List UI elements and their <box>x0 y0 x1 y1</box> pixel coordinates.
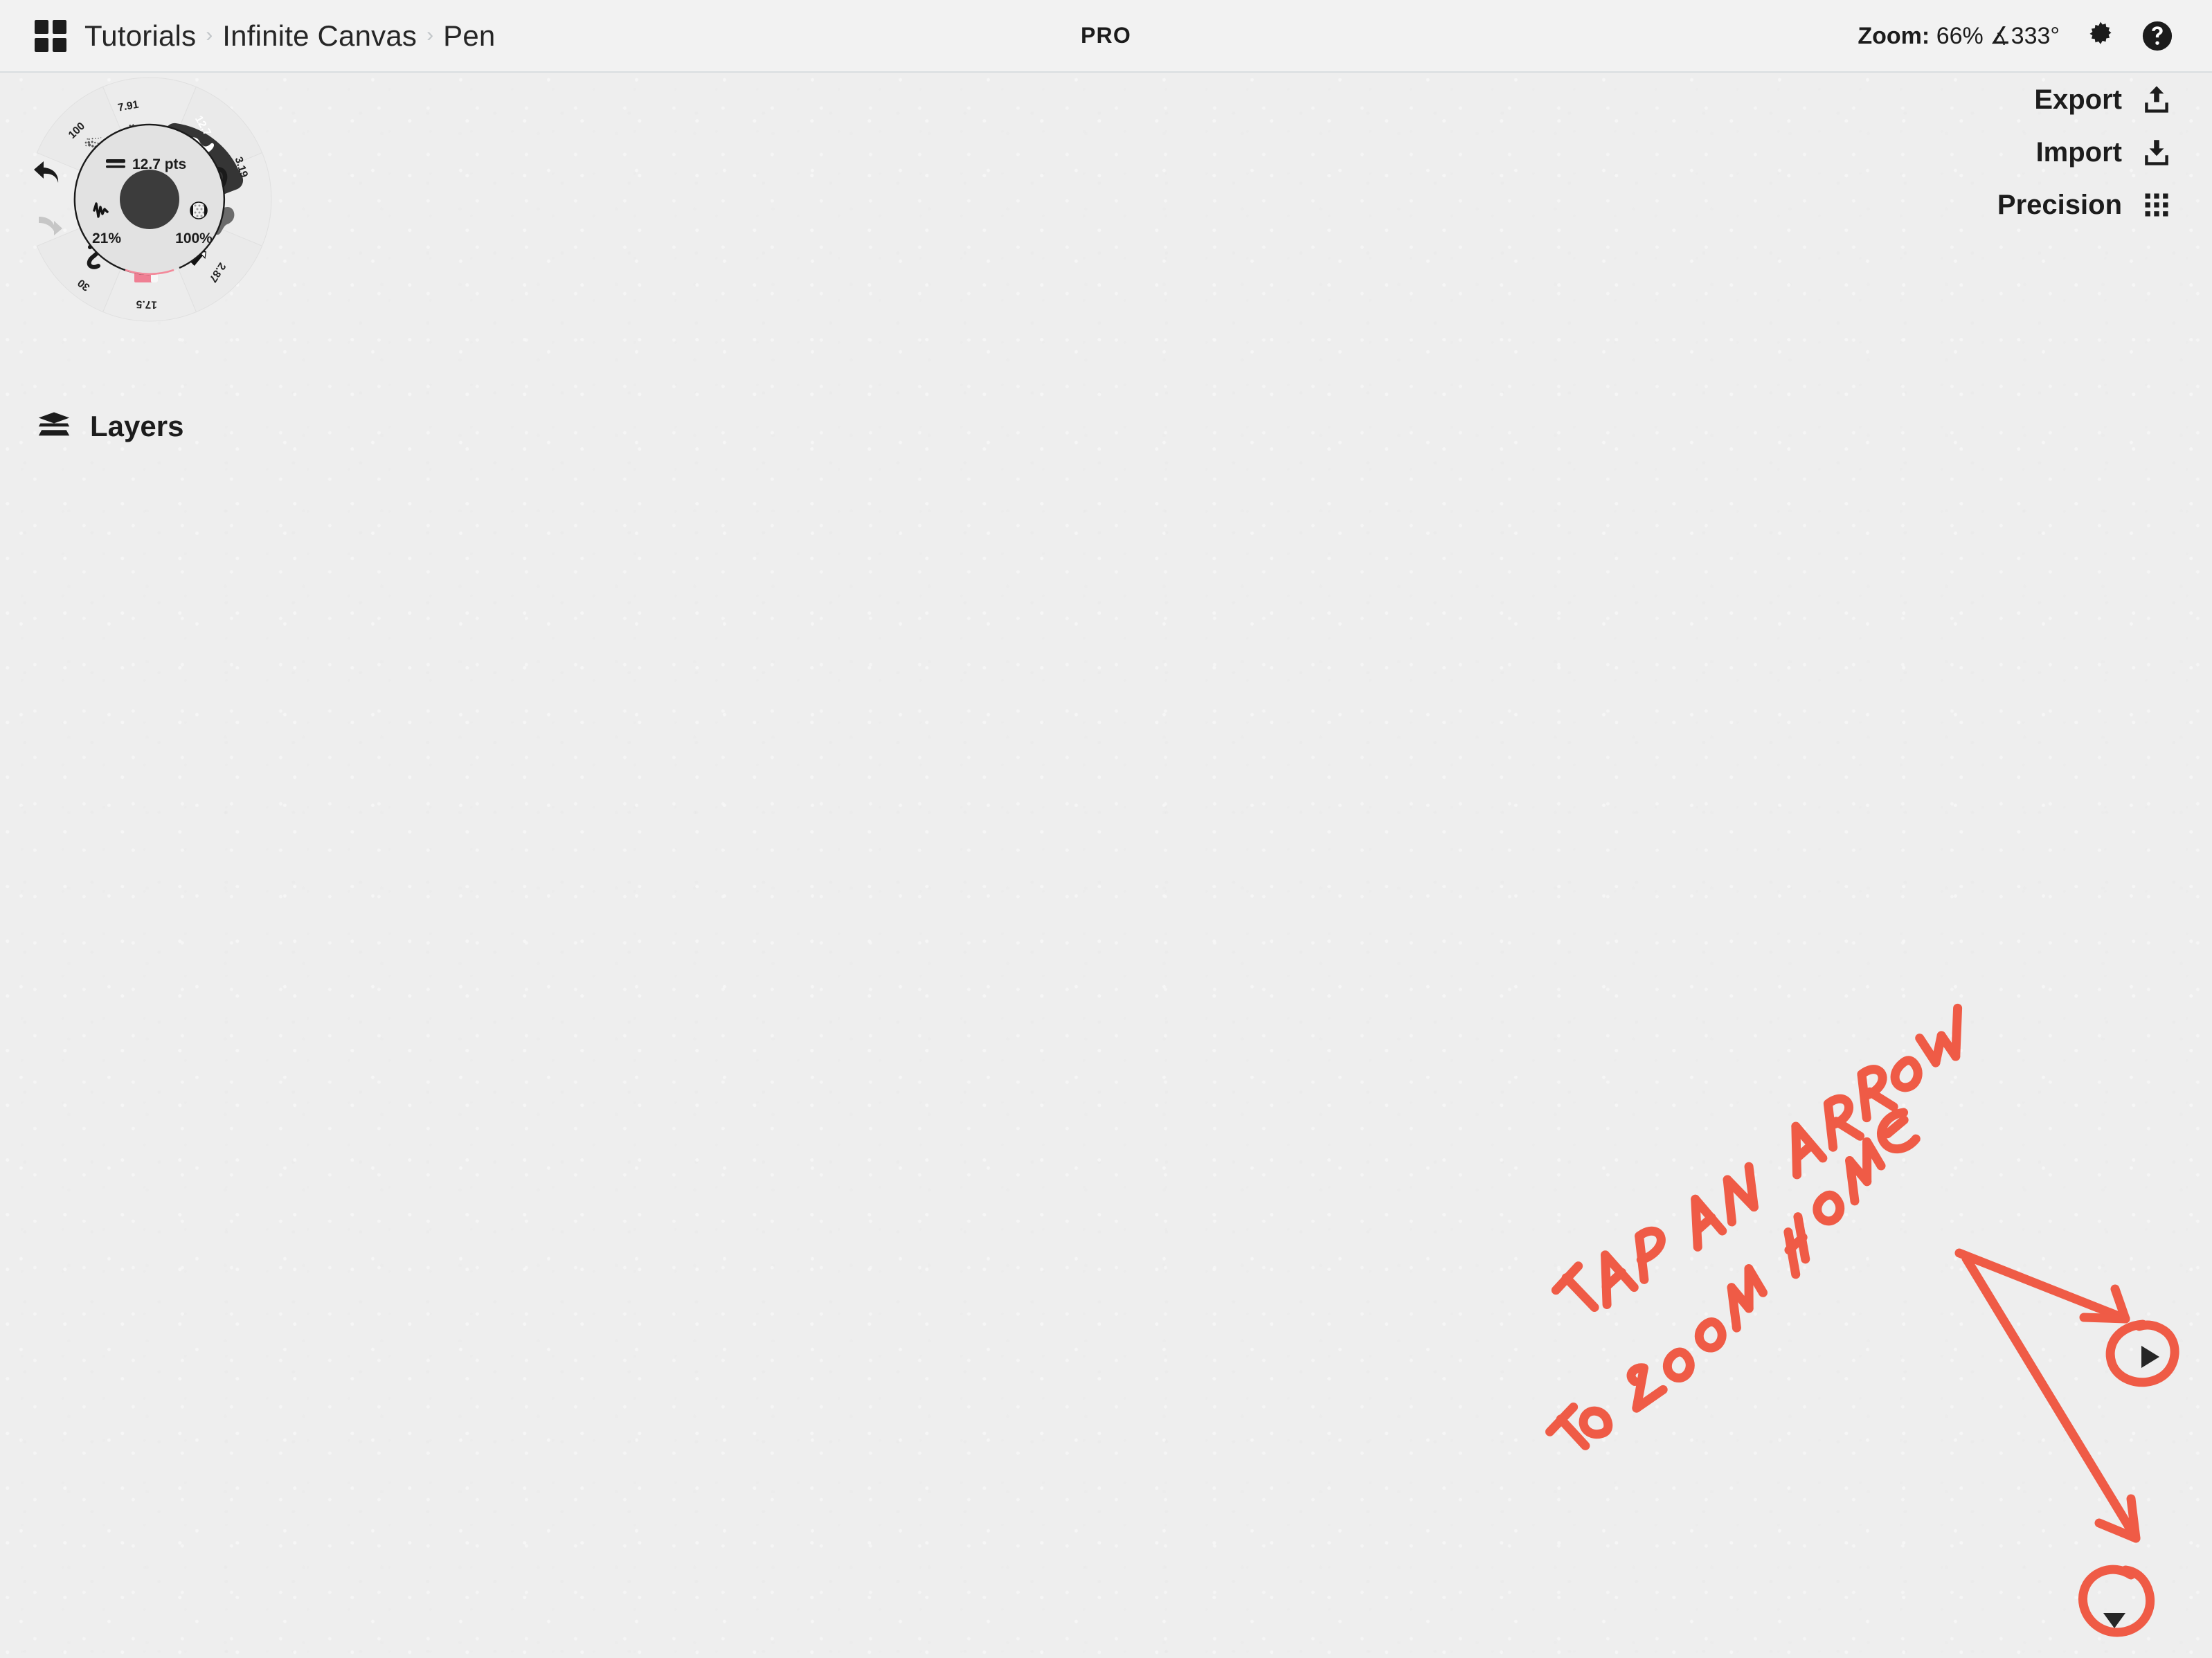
canvas-ink-annotation <box>1545 1003 2179 1637</box>
canvas-paper-texture <box>0 0 2212 1658</box>
breadcrumb-item-pen[interactable]: Pen <box>443 19 495 53</box>
zoom-home-right-arrow[interactable] <box>2141 1346 2159 1368</box>
precision-label: Precision <box>1997 189 2122 220</box>
action-stack: Export Import Precision <box>1997 83 2173 222</box>
gear-icon[interactable] <box>2085 20 2116 52</box>
breadcrumb-separator: › <box>426 23 434 46</box>
import-label: Import <box>2035 136 2122 168</box>
handwriting-tap-an-arrow-to-zoom-home <box>1545 1003 2179 1637</box>
download-icon <box>2140 136 2173 169</box>
topbar-right-cluster: Zoom: 66% ∡333° <box>1858 20 2212 52</box>
export-button[interactable]: Export <box>2034 83 2173 116</box>
radial-brush-wheel[interactable]: 100 7.91 12.7 3.19 2.87 17.5 30 12.7 pts… <box>25 75 274 324</box>
pro-badge: PRO <box>1081 23 1131 48</box>
layers-button[interactable]: Layers <box>37 410 183 443</box>
help-circle-icon[interactable] <box>2141 20 2173 52</box>
breadcrumb-separator: › <box>206 23 213 46</box>
zoom-value: 66% ∡333° <box>1936 22 2060 49</box>
undo-arrow-icon[interactable] <box>34 161 59 183</box>
upload-icon <box>2140 83 2173 116</box>
layers-stack-icon <box>37 411 71 442</box>
zoom-home-down-arrow[interactable] <box>2103 1613 2125 1628</box>
redo-arrow-icon[interactable] <box>39 217 62 235</box>
wheel-jitter-value: 21% <box>92 231 121 246</box>
opacity-half-circle-icon <box>190 201 208 219</box>
import-button[interactable]: Import <box>2036 136 2173 169</box>
breadcrumb-item-infinite-canvas[interactable]: Infinite Canvas <box>222 19 417 53</box>
precision-button[interactable]: Precision <box>1997 188 2173 222</box>
wheel-label-175: 17.5 <box>136 298 157 310</box>
dot-grid-icon <box>2140 188 2173 222</box>
export-label: Export <box>2034 84 2122 115</box>
layers-label: Layers <box>90 410 184 442</box>
wheel-hub[interactable] <box>120 170 179 229</box>
wheel-opacity-value: 100% <box>175 231 213 246</box>
breadcrumb-area: Tutorials › Infinite Canvas › Pen <box>0 19 495 53</box>
breadcrumb: Tutorials › Infinite Canvas › Pen <box>84 19 495 53</box>
top-toolbar: Tutorials › Infinite Canvas › Pen PRO Zo… <box>0 0 2212 73</box>
zoom-label: Zoom: <box>1858 22 1930 49</box>
zoom-readout[interactable]: Zoom: 66% ∡333° <box>1858 22 2060 50</box>
breadcrumb-item-tutorials[interactable]: Tutorials <box>84 19 196 53</box>
grid-apps-icon[interactable] <box>35 19 66 52</box>
wheel-size-label: 12.7 pts <box>132 156 186 172</box>
